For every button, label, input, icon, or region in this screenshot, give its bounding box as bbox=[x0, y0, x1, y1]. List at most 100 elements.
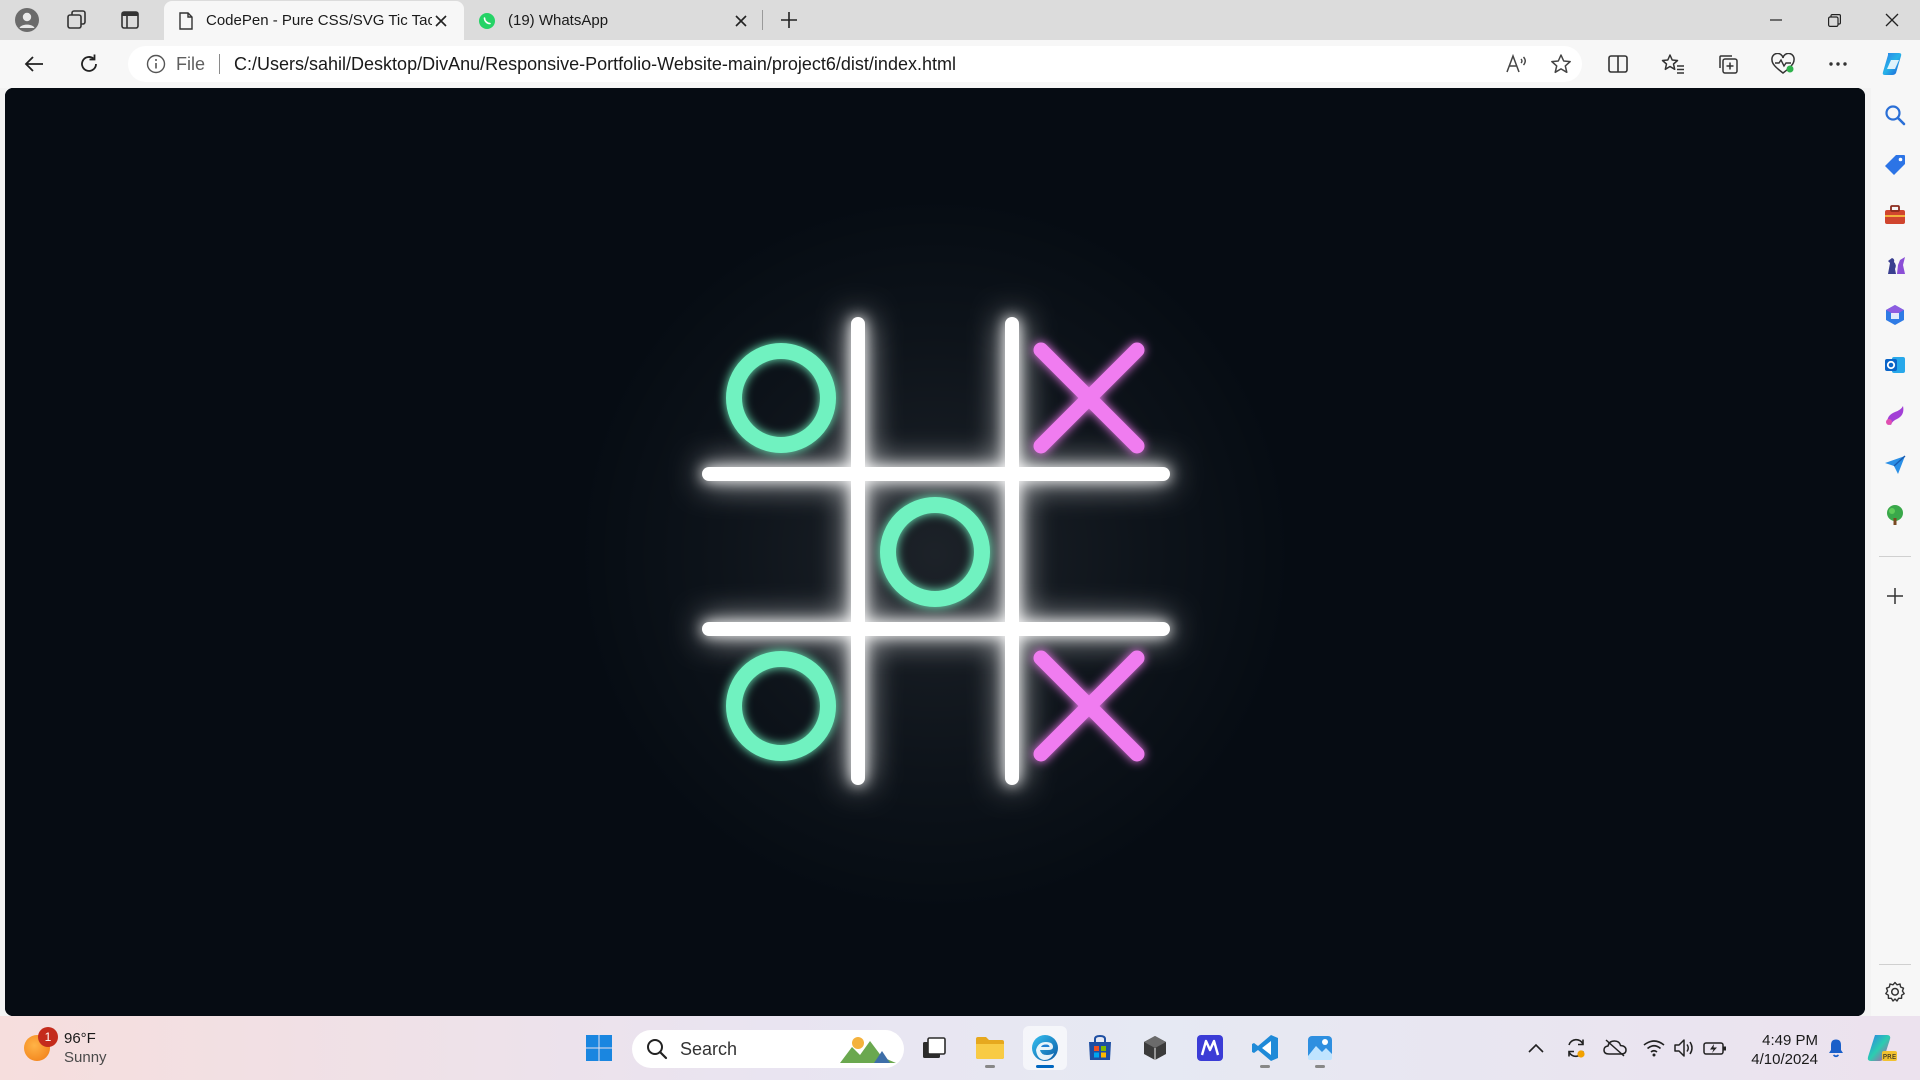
outlook-icon bbox=[1885, 357, 1905, 373]
copilot-icon: PRE bbox=[1867, 1035, 1897, 1061]
weather-condition: Sunny bbox=[64, 1049, 107, 1066]
sidebar-microsoft-365[interactable] bbox=[1877, 297, 1913, 333]
store-button[interactable] bbox=[1078, 1026, 1122, 1070]
restore-icon bbox=[1827, 13, 1841, 27]
close-window-button[interactable] bbox=[1864, 0, 1920, 40]
tree-icon bbox=[1887, 505, 1903, 525]
photos-button[interactable] bbox=[1298, 1026, 1342, 1070]
active-indicator bbox=[1036, 1065, 1054, 1068]
sidebar-tools[interactable] bbox=[1877, 197, 1913, 233]
back-button[interactable] bbox=[16, 47, 52, 81]
minimize-button[interactable] bbox=[1748, 0, 1804, 40]
address-bar[interactable]: File C:/Users/sahil/Desktop/DivAnu/Respo… bbox=[128, 46, 1582, 82]
windows-icon bbox=[586, 1035, 612, 1061]
info-icon bbox=[146, 54, 166, 74]
profile-button[interactable] bbox=[9, 4, 45, 36]
task-view-button[interactable] bbox=[912, 1026, 956, 1070]
app-m-button[interactable] bbox=[1188, 1026, 1232, 1070]
restore-button[interactable] bbox=[1806, 0, 1862, 40]
sync-tray-icon[interactable] bbox=[1563, 1036, 1589, 1060]
games-icon bbox=[1888, 257, 1905, 274]
close-tab-button[interactable] bbox=[432, 12, 450, 30]
file-explorer-button[interactable] bbox=[968, 1026, 1012, 1070]
collections-button[interactable] bbox=[1710, 47, 1746, 81]
sidebar-games[interactable] bbox=[1877, 247, 1913, 283]
sidebar-shopping[interactable] bbox=[1877, 147, 1913, 183]
sidebar-drop[interactable] bbox=[1877, 447, 1913, 483]
edge-sidebar bbox=[1871, 88, 1920, 1016]
favorite-button[interactable] bbox=[1550, 53, 1572, 75]
new-tab-button[interactable] bbox=[771, 4, 807, 36]
workspaces-button[interactable] bbox=[59, 4, 95, 36]
split-screen-button[interactable] bbox=[1600, 47, 1636, 81]
vscode-button[interactable] bbox=[1243, 1026, 1287, 1070]
vertical-tabs-button[interactable] bbox=[112, 4, 148, 36]
running-indicator bbox=[1315, 1065, 1325, 1068]
url-text[interactable]: C:/Users/sahil/Desktop/DivAnu/Responsive… bbox=[234, 54, 956, 75]
task-view-icon bbox=[923, 1037, 946, 1058]
close-tab-button[interactable] bbox=[732, 12, 750, 30]
unity-button[interactable] bbox=[1133, 1026, 1177, 1070]
sidebar-divider bbox=[1879, 964, 1911, 965]
favorites-icon bbox=[1661, 54, 1684, 74]
taskbar: 1 96°F Sunny Search 4:49 PM 4/10/2024 PR… bbox=[0, 1016, 1920, 1080]
browser-essentials-button[interactable] bbox=[1765, 47, 1801, 81]
clock-date: 4/10/2024 bbox=[1751, 1051, 1818, 1068]
sidebar-designer[interactable] bbox=[1877, 397, 1913, 433]
ellipsis-icon bbox=[1829, 62, 1847, 66]
split-screen-icon bbox=[1608, 55, 1628, 73]
close-icon bbox=[1885, 13, 1899, 27]
search-icon bbox=[1885, 105, 1906, 126]
close-icon bbox=[435, 14, 447, 27]
volume-tray-icon[interactable] bbox=[1672, 1036, 1696, 1060]
show-hidden-icons-button[interactable] bbox=[1524, 1036, 1548, 1060]
scheme-label: File bbox=[176, 53, 206, 74]
favorites-button[interactable] bbox=[1655, 47, 1691, 81]
tab-separator bbox=[762, 10, 763, 30]
sidebar-search[interactable] bbox=[1877, 97, 1913, 133]
profile-icon bbox=[15, 8, 39, 32]
wifi-tray-icon[interactable] bbox=[1642, 1036, 1666, 1060]
sidebar-settings[interactable] bbox=[1877, 974, 1913, 1010]
clock-time: 4:49 PM bbox=[1762, 1032, 1818, 1049]
sidebar-tree[interactable] bbox=[1877, 497, 1913, 533]
taskbar-search[interactable]: Search bbox=[632, 1030, 904, 1068]
more-options-button[interactable] bbox=[1820, 47, 1856, 81]
tab-whatsapp[interactable]: (19) WhatsApp bbox=[464, 1, 764, 40]
search-placeholder: Search bbox=[680, 1038, 738, 1059]
close-icon bbox=[735, 14, 747, 27]
edge-button[interactable] bbox=[1023, 1026, 1067, 1070]
clock[interactable]: 4:49 PM 4/10/2024 bbox=[1740, 1031, 1818, 1069]
battery-charging-icon bbox=[1703, 1042, 1726, 1055]
search-icon bbox=[647, 1039, 668, 1060]
collections-icon bbox=[1719, 55, 1738, 74]
copilot-button[interactable] bbox=[1875, 47, 1911, 81]
notifications-button[interactable] bbox=[1824, 1036, 1848, 1060]
sidebar-add[interactable] bbox=[1877, 578, 1913, 614]
tab-strip: CodePen - Pure CSS/SVG Tic Tac (19) What… bbox=[0, 0, 1920, 40]
speaker-icon bbox=[1674, 1039, 1693, 1057]
running-indicator bbox=[1260, 1065, 1270, 1068]
settings-icon bbox=[1885, 981, 1905, 1002]
designer-icon bbox=[1886, 406, 1904, 425]
page-icon bbox=[179, 11, 193, 30]
store-icon bbox=[1089, 1034, 1111, 1060]
start-button[interactable] bbox=[577, 1026, 621, 1070]
weather-widget[interactable]: 1 96°F Sunny bbox=[24, 1027, 107, 1068]
tic-tac-toe-board bbox=[5, 88, 1865, 1016]
svg-text:PRE: PRE bbox=[1883, 1053, 1897, 1061]
workspaces-icon bbox=[67, 10, 86, 29]
refresh-icon bbox=[81, 54, 97, 72]
divider bbox=[219, 54, 221, 74]
read-aloud-button[interactable] bbox=[1506, 54, 1528, 74]
tab-codepen[interactable]: CodePen - Pure CSS/SVG Tic Tac bbox=[164, 1, 464, 40]
tab-title: CodePen - Pure CSS/SVG Tic Tac bbox=[206, 12, 432, 29]
site-info-button[interactable] bbox=[146, 54, 166, 74]
onedrive-tray-icon[interactable] bbox=[1602, 1036, 1628, 1060]
sidebar-outlook[interactable] bbox=[1877, 347, 1913, 383]
refresh-button[interactable] bbox=[71, 47, 107, 81]
sun-icon: 1 bbox=[24, 1027, 58, 1061]
battery-tray-icon[interactable] bbox=[1702, 1036, 1728, 1060]
copilot-tray-button[interactable]: PRE bbox=[1864, 1035, 1898, 1061]
shopping-tag-icon bbox=[1885, 155, 1905, 175]
